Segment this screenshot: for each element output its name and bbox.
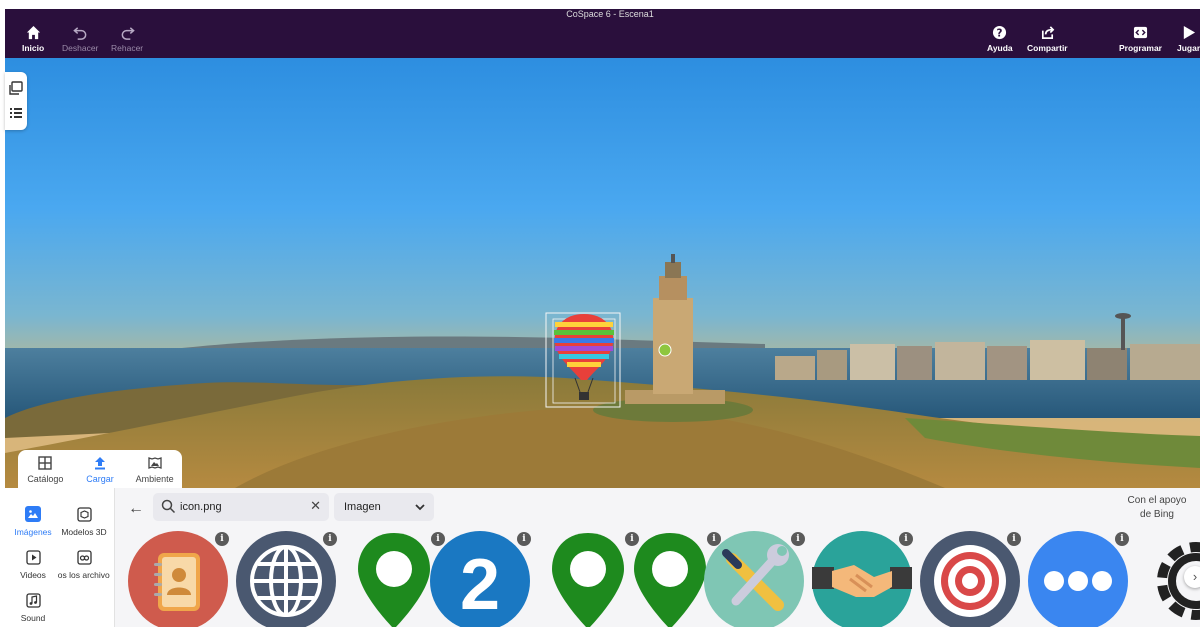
- undo-button[interactable]: Deshacer: [62, 25, 98, 53]
- tab-upload[interactable]: Cargar: [73, 450, 128, 490]
- info-badge[interactable]: i: [323, 532, 337, 546]
- share-icon: [1041, 26, 1055, 39]
- scene-viewport[interactable]: [5, 58, 1200, 488]
- next-page-arrow-icon[interactable]: ›: [1184, 566, 1200, 588]
- side-tools: [5, 72, 27, 130]
- share-label: Compartir: [1027, 43, 1068, 53]
- play-label: Jugar: [1177, 43, 1200, 53]
- environment-icon: [148, 457, 162, 469]
- search-input[interactable]: [180, 498, 300, 516]
- number-two-icon: 2: [430, 531, 530, 627]
- info-badge[interactable]: i: [517, 532, 531, 546]
- upload-icon: [95, 457, 105, 470]
- result-tile[interactable]: i: [233, 530, 339, 627]
- tab-catalog-label: Catálogo: [27, 474, 64, 484]
- category-images-label: Imágenes: [14, 527, 52, 537]
- category-column: Imágenes Modelos 3D Videos Todos los arc…: [5, 488, 115, 627]
- info-badge[interactable]: i: [1007, 532, 1021, 546]
- bing-attribution: Con el apoyo de Bing: [1127, 495, 1187, 520]
- clear-search-icon[interactable]: ✕: [310, 498, 321, 514]
- redo-button[interactable]: Rehacer: [111, 25, 143, 53]
- help-button[interactable]: ? Ayuda: [987, 25, 1013, 53]
- tab-environment[interactable]: Ambiente: [127, 450, 182, 490]
- all-files-icon: [76, 549, 92, 565]
- search-field[interactable]: ✕: [153, 493, 329, 521]
- panorama-scene: [5, 58, 1200, 488]
- back-arrow-icon[interactable]: ←: [128, 500, 144, 518]
- home-icon: [26, 25, 40, 40]
- result-tile[interactable]: i: [701, 530, 807, 627]
- play-button[interactable]: Jugar: [1177, 25, 1200, 53]
- play-icon: [1183, 25, 1196, 40]
- chevron-down-icon: [415, 504, 425, 511]
- window-title: CoSpace 6 - Escena1: [566, 9, 654, 19]
- info-badge[interactable]: i: [1115, 532, 1129, 546]
- category-videos[interactable]: Videos: [7, 549, 59, 580]
- image-icon: [25, 506, 41, 522]
- library-panel: Imágenes Modelos 3D Videos Todos los arc…: [5, 488, 1200, 627]
- help-label: Ayuda: [987, 43, 1013, 53]
- svg-text:2: 2: [460, 545, 500, 625]
- tools-icon: [704, 531, 804, 627]
- info-badge[interactable]: i: [791, 532, 805, 546]
- category-all-files[interactable]: Todos los archivos: [58, 549, 110, 580]
- tab-upload-label: Cargar: [86, 474, 114, 484]
- svg-text:?: ?: [997, 27, 1003, 39]
- info-badge[interactable]: i: [215, 532, 229, 546]
- info-badge[interactable]: i: [899, 532, 913, 546]
- category-3d-models[interactable]: Modelos 3D: [58, 506, 110, 537]
- handshake-icon: [812, 531, 912, 627]
- category-3d-models-label: Modelos 3D: [61, 527, 107, 537]
- library-tabs: Catálogo Cargar Ambiente: [18, 450, 182, 490]
- home-label: Inicio: [22, 43, 45, 53]
- share-button[interactable]: Compartir: [1027, 25, 1068, 53]
- results-grid: i i i 2 i i i i i i i ›: [125, 530, 1200, 627]
- category-images[interactable]: Imágenes: [7, 506, 59, 537]
- result-tile[interactable]: i: [125, 530, 231, 627]
- type-filter-value: Imagen: [344, 501, 381, 513]
- tab-catalog[interactable]: Catálogo: [18, 450, 73, 490]
- result-tile[interactable]: i: [809, 530, 915, 627]
- target-icon: [920, 531, 1020, 627]
- result-tile[interactable]: i: [917, 530, 1023, 627]
- undo-label: Deshacer: [62, 43, 99, 53]
- category-sound[interactable]: Sound: [7, 592, 59, 623]
- top-toolbar: CoSpace 6 - Escena1 Inicio Deshacer Reha…: [5, 9, 1200, 58]
- type-filter-select[interactable]: Imagen: [334, 493, 434, 521]
- code-button[interactable]: Programar: [1119, 25, 1162, 53]
- redo-icon: [121, 27, 135, 40]
- cospaces-editor: CoSpace 6 - Escena1 Inicio Deshacer Reha…: [0, 0, 1200, 627]
- category-all-files-label: Todos los archivos: [58, 570, 110, 580]
- result-tile[interactable]: i: [1025, 530, 1131, 627]
- category-sound-label: Sound: [20, 613, 46, 623]
- home-button[interactable]: Inicio: [22, 25, 44, 53]
- list-icon[interactable]: [9, 106, 23, 120]
- cube-icon: [76, 506, 92, 522]
- globe-icon: [236, 531, 336, 627]
- video-icon: [25, 549, 41, 565]
- help-icon: ?: [993, 25, 1007, 39]
- code-icon: [1133, 26, 1148, 39]
- gallery-icon[interactable]: [9, 81, 23, 95]
- tab-environment-label: Ambiente: [135, 474, 174, 484]
- result-tile[interactable]: 2 i: [427, 530, 533, 627]
- category-videos-label: Videos: [20, 570, 46, 580]
- code-label: Programar: [1119, 43, 1162, 53]
- address-book-icon: [128, 531, 228, 627]
- search-icon: [161, 499, 176, 514]
- music-icon: [25, 592, 41, 608]
- undo-icon: [72, 27, 87, 40]
- catalog-icon: [38, 456, 53, 470]
- more-icon: [1028, 531, 1128, 627]
- redo-label: Rehacer: [111, 43, 144, 53]
